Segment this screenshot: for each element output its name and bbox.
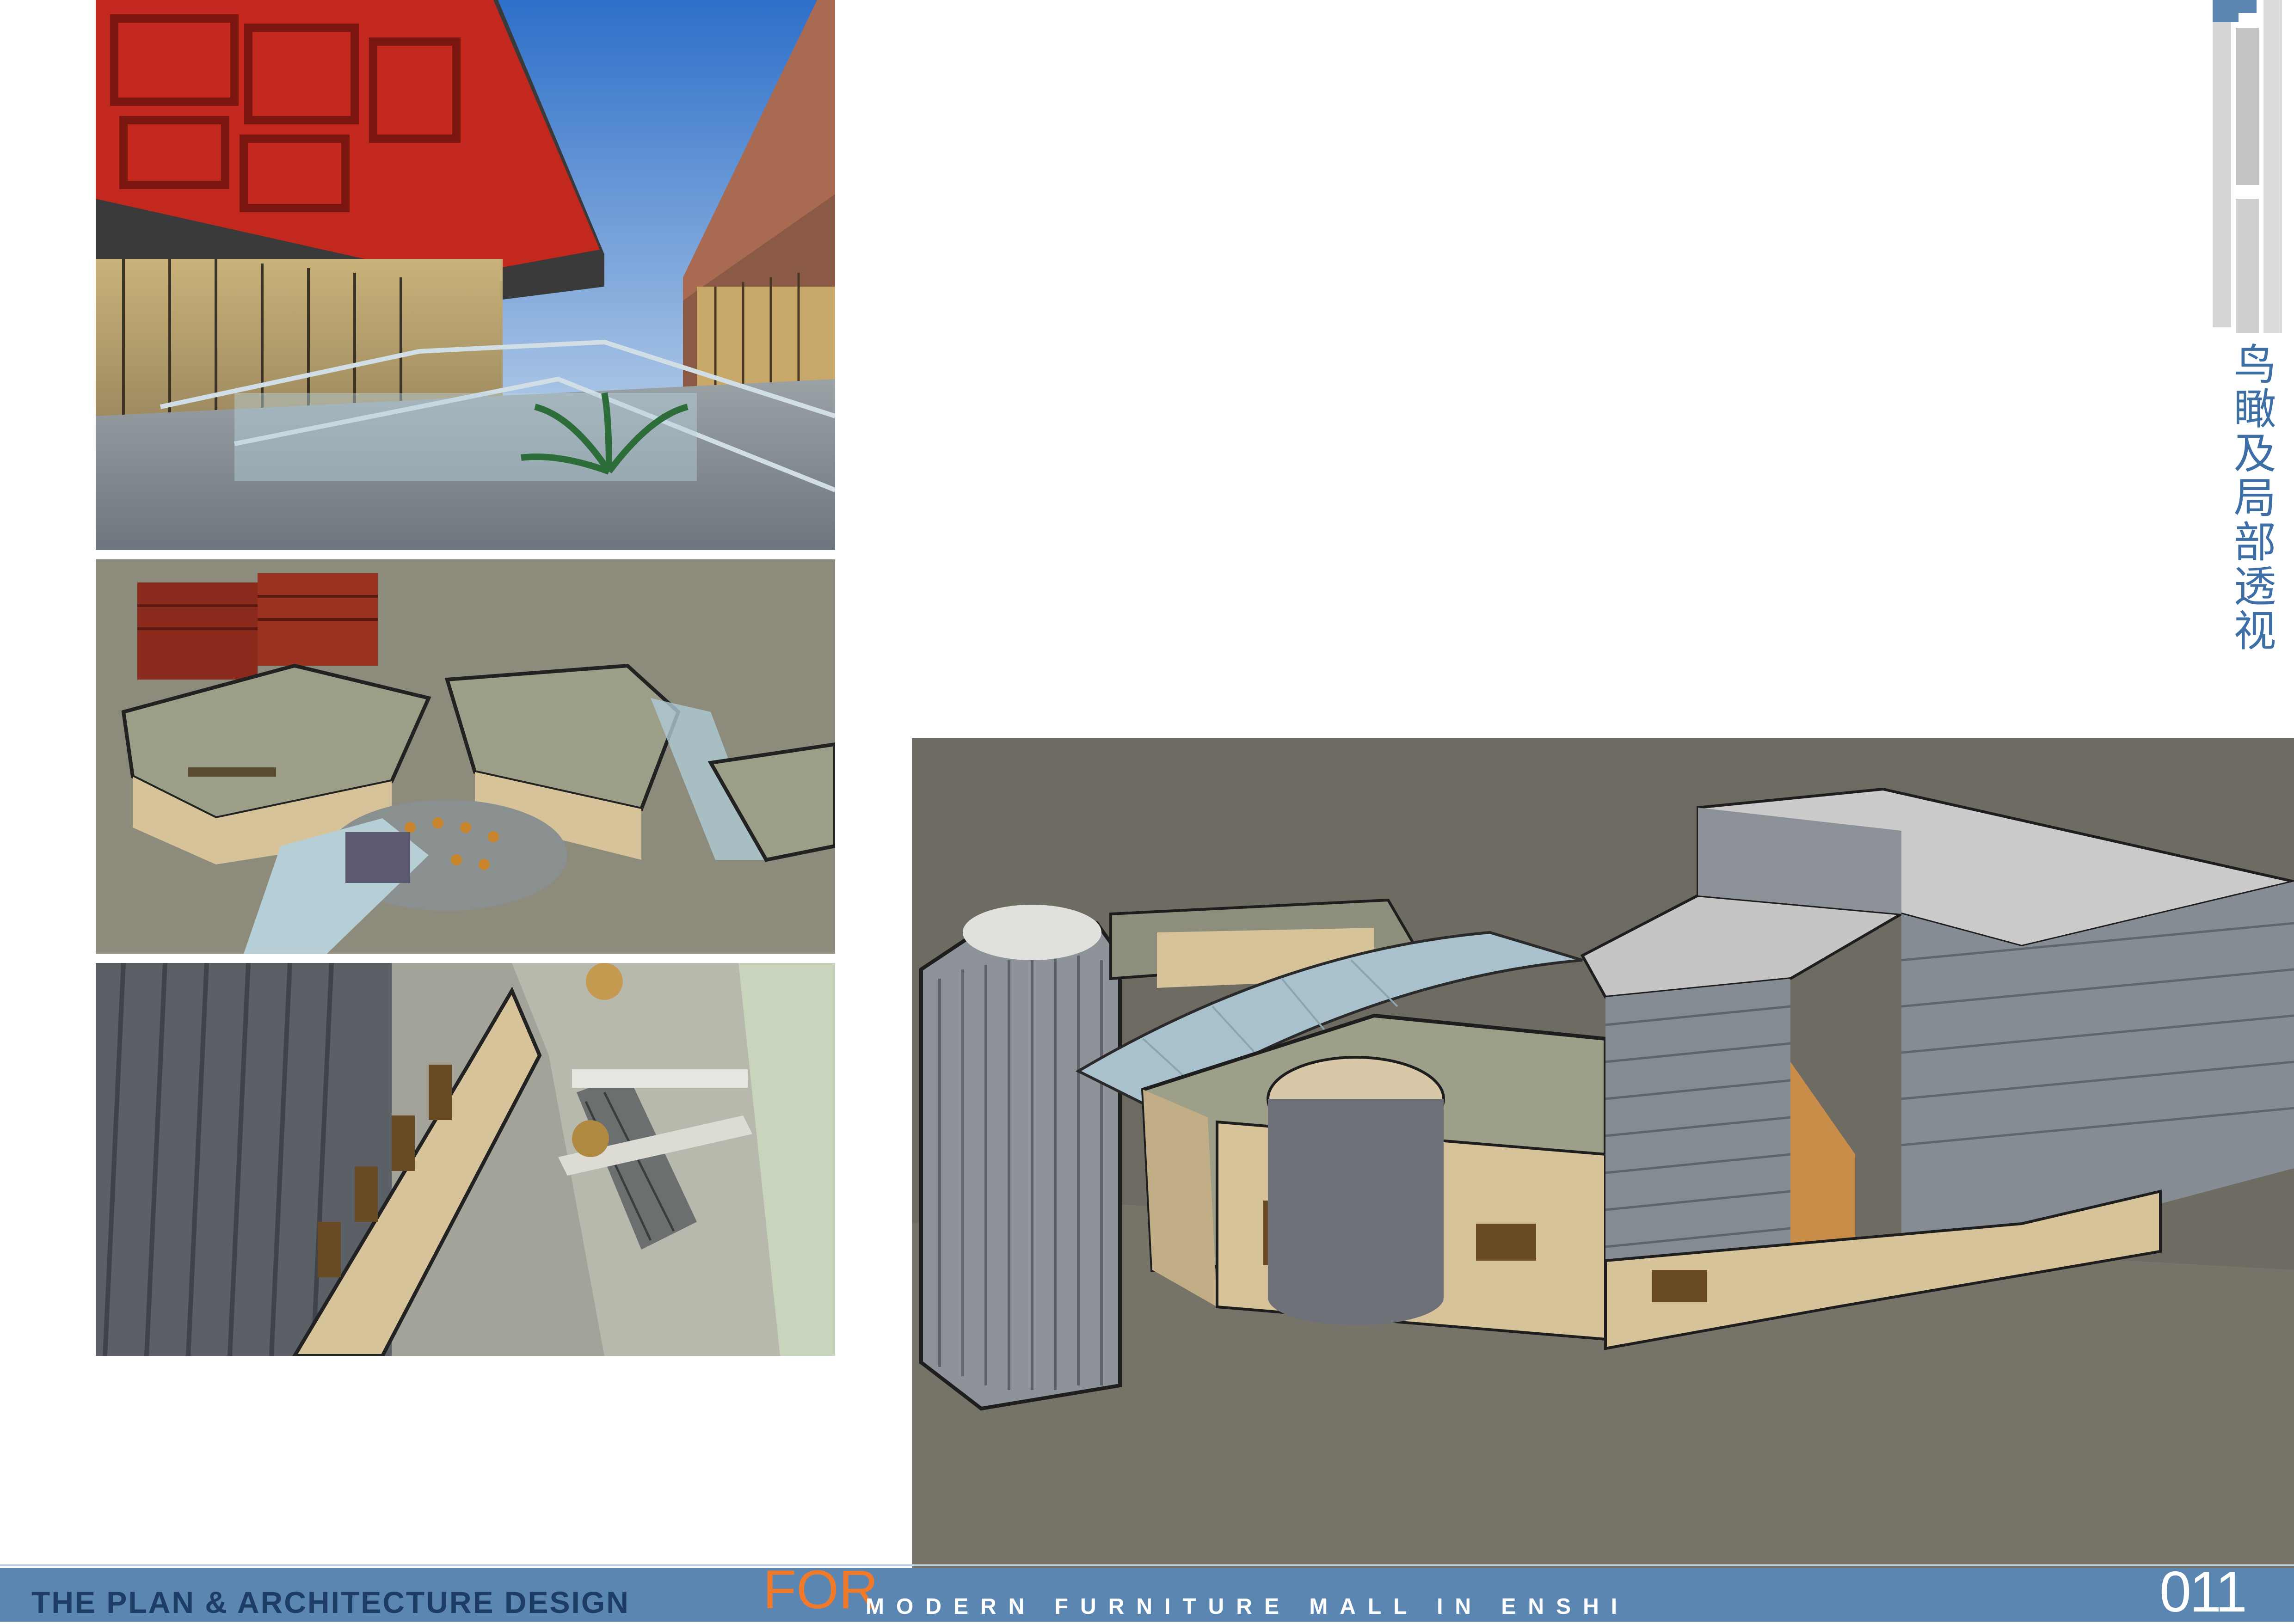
page-number: 011 <box>2159 1560 2247 1624</box>
footer-divider <box>0 1564 2294 1566</box>
decor-bar-top-2 <box>2238 0 2257 13</box>
decor-bar-top <box>2213 0 2239 22</box>
escalator-view-image <box>96 963 835 1356</box>
street-perspective-image <box>96 0 835 550</box>
decor-bar-grey-2 <box>2236 28 2259 185</box>
section-title: 鸟瞰及局部透视 <box>2226 342 2276 653</box>
decor-bar-grey-3 <box>2263 0 2282 333</box>
decor-bar-grey-4 <box>2236 199 2259 333</box>
footer-title-right: MODERN FURNITURE MALL IN ENSHI <box>866 1594 1630 1619</box>
footer-title-left: THE PLAN & ARCHITECTURE DESIGN <box>31 1585 630 1619</box>
mall-aerial-image <box>912 738 2294 1568</box>
decor-bar-grey-1 <box>2213 22 2231 327</box>
plaza-aerial-image <box>96 559 835 954</box>
footer-for-word: FOR <box>763 1559 879 1620</box>
